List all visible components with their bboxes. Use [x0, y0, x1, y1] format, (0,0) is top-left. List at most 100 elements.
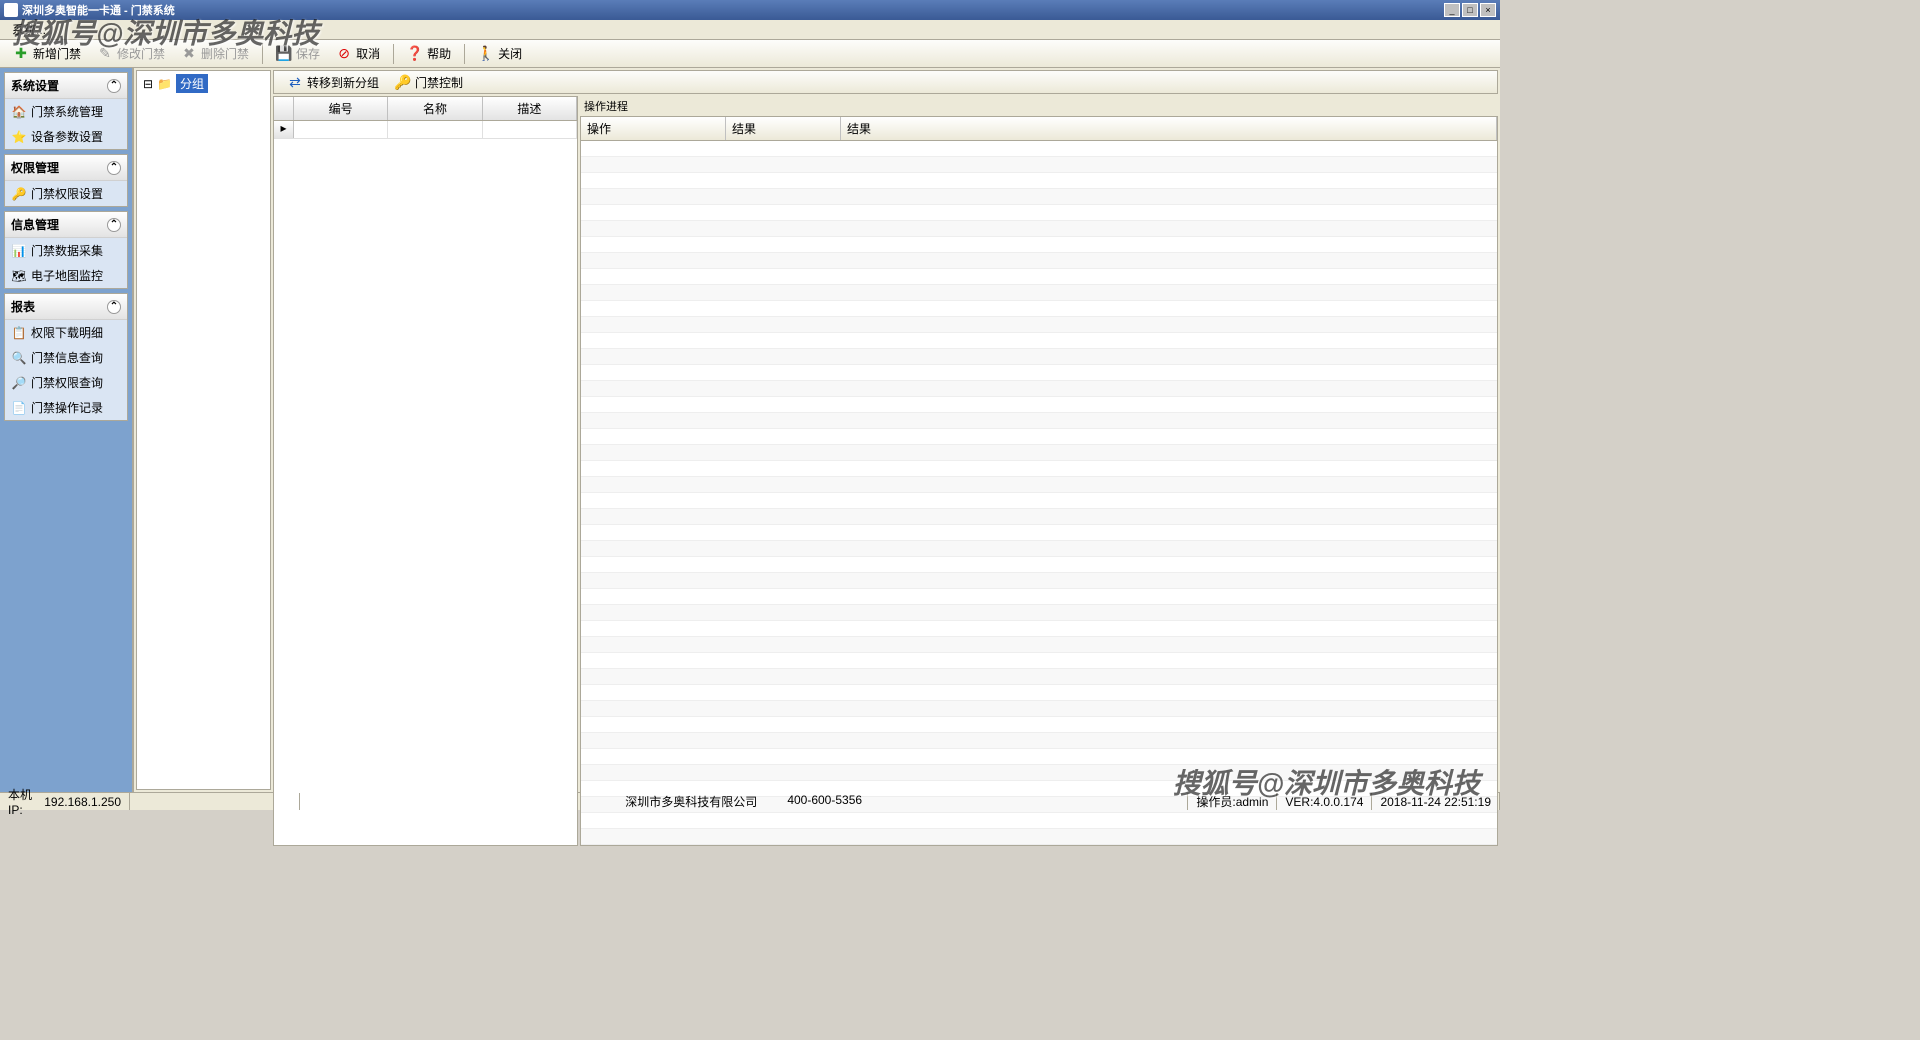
- menu-system[interactable]: 系统...: [4, 19, 54, 40]
- progress-row[interactable]: [581, 637, 1497, 653]
- sidebar-header-permissions[interactable]: 权限管理 ⌃: [5, 155, 127, 181]
- progress-row[interactable]: [581, 573, 1497, 589]
- sidebar-item-perm-query[interactable]: 🔎 门禁权限查询: [5, 370, 127, 395]
- close-button[interactable]: 🚶 关闭: [471, 41, 529, 66]
- progress-row[interactable]: [581, 429, 1497, 445]
- progress-row[interactable]: [581, 525, 1497, 541]
- new-button[interactable]: ✚ 新增门禁: [6, 41, 88, 66]
- progress-row[interactable]: [581, 253, 1497, 269]
- key-icon: 🔑: [11, 186, 27, 202]
- progress-row[interactable]: [581, 669, 1497, 685]
- data-grid[interactable]: 编号 名称 描述 ▸: [273, 96, 578, 846]
- progress-row[interactable]: [581, 493, 1497, 509]
- sidebar-header-system[interactable]: 系统设置 ⌃: [5, 73, 127, 99]
- progress-row[interactable]: [581, 829, 1497, 845]
- progress-row[interactable]: [581, 557, 1497, 573]
- progress-col-op[interactable]: 操作: [581, 117, 726, 140]
- progress-row[interactable]: [581, 445, 1497, 461]
- progress-row[interactable]: [581, 701, 1497, 717]
- progress-row[interactable]: [581, 541, 1497, 557]
- sidebar-header-info[interactable]: 信息管理 ⌃: [5, 212, 127, 238]
- progress-row[interactable]: [581, 333, 1497, 349]
- progress-row[interactable]: [581, 157, 1497, 173]
- progress-row[interactable]: [581, 509, 1497, 525]
- help-button[interactable]: ❓ 帮助: [400, 41, 458, 66]
- transfer-label: 转移到新分组: [307, 74, 379, 91]
- grid-col-desc[interactable]: 描述: [483, 97, 577, 120]
- progress-row[interactable]: [581, 733, 1497, 749]
- toolbar-separator: [262, 44, 263, 64]
- sidebar-item-label: 设备参数设置: [31, 128, 103, 145]
- save-icon: 💾: [276, 46, 292, 62]
- progress-row[interactable]: [581, 621, 1497, 637]
- sidebar-item-data-collect[interactable]: 📊 门禁数据采集: [5, 238, 127, 263]
- sidebar-item-perm-download[interactable]: 📋 权限下载明细: [5, 320, 127, 345]
- sidebar-item-label: 门禁权限查询: [31, 374, 103, 391]
- progress-row[interactable]: [581, 237, 1497, 253]
- tree-root-node[interactable]: ⊟ 📁 分组: [137, 71, 270, 96]
- sidebar-header-reports[interactable]: 报表 ⌃: [5, 294, 127, 320]
- progress-row[interactable]: [581, 381, 1497, 397]
- minimize-button[interactable]: _: [1444, 3, 1460, 17]
- main-toolbar: ✚ 新增门禁 ✎ 修改门禁 ✖ 删除门禁 💾 保存 ⊘ 取消 ❓ 帮助 🚶 关闭: [0, 40, 1500, 68]
- progress-row[interactable]: [581, 813, 1497, 829]
- progress-row[interactable]: [581, 749, 1497, 765]
- progress-row[interactable]: [581, 285, 1497, 301]
- progress-row[interactable]: [581, 589, 1497, 605]
- sidebar-item-device-params[interactable]: ⭐ 设备参数设置: [5, 124, 127, 149]
- save-label: 保存: [296, 45, 320, 62]
- tree-node-label: 分组: [176, 74, 208, 93]
- sidebar-group-system: 系统设置 ⌃ 🏠 门禁系统管理 ⭐ 设备参数设置: [4, 72, 128, 150]
- progress-row[interactable]: [581, 365, 1497, 381]
- progress-grid[interactable]: 操作 结果 结果: [580, 116, 1498, 846]
- progress-row[interactable]: [581, 189, 1497, 205]
- document-icon: 📄: [11, 400, 27, 416]
- progress-row[interactable]: [581, 461, 1497, 477]
- grid-row[interactable]: ▸: [274, 121, 577, 139]
- progress-row[interactable]: [581, 397, 1497, 413]
- app-icon: [4, 3, 18, 17]
- delete-button[interactable]: ✖ 删除门禁: [174, 41, 256, 66]
- grid-cell[interactable]: [483, 121, 577, 138]
- progress-row[interactable]: [581, 317, 1497, 333]
- progress-row[interactable]: [581, 141, 1497, 157]
- progress-row[interactable]: [581, 269, 1497, 285]
- transfer-group-button[interactable]: ⇄ 转移到新分组: [280, 70, 386, 95]
- access-control-button[interactable]: 🔑 门禁控制: [388, 70, 470, 95]
- grid-col-name[interactable]: 名称: [388, 97, 482, 120]
- grid-cell[interactable]: [294, 121, 388, 138]
- edit-button[interactable]: ✎ 修改门禁: [90, 41, 172, 66]
- sidebar: 系统设置 ⌃ 🏠 门禁系统管理 ⭐ 设备参数设置 权限管理 ⌃: [0, 68, 132, 792]
- progress-row[interactable]: [581, 349, 1497, 365]
- grid-cell[interactable]: [388, 121, 482, 138]
- progress-row[interactable]: [581, 477, 1497, 493]
- sidebar-item-permission-set[interactable]: 🔑 门禁权限设置: [5, 181, 127, 206]
- progress-header: 操作 结果 结果: [581, 117, 1497, 141]
- sidebar-item-access-manage[interactable]: 🏠 门禁系统管理: [5, 99, 127, 124]
- delete-label: 删除门禁: [201, 45, 249, 62]
- progress-row[interactable]: [581, 173, 1497, 189]
- progress-row[interactable]: [581, 413, 1497, 429]
- progress-row[interactable]: [581, 605, 1497, 621]
- save-button[interactable]: 💾 保存: [269, 41, 327, 66]
- progress-row[interactable]: [581, 301, 1497, 317]
- help-icon: ❓: [407, 46, 423, 62]
- progress-row[interactable]: [581, 653, 1497, 669]
- progress-row[interactable]: [581, 685, 1497, 701]
- search-icon: 🔎: [11, 375, 27, 391]
- sidebar-item-map-monitor[interactable]: 🗺 电子地图监控: [5, 263, 127, 288]
- progress-row[interactable]: [581, 221, 1497, 237]
- cancel-button[interactable]: ⊘ 取消: [329, 41, 387, 66]
- maximize-button[interactable]: □: [1462, 3, 1478, 17]
- control-label: 门禁控制: [415, 74, 463, 91]
- close-window-button[interactable]: ×: [1480, 3, 1496, 17]
- progress-row[interactable]: [581, 205, 1497, 221]
- grid-col-id[interactable]: 编号: [294, 97, 388, 120]
- sidebar-item-op-log[interactable]: 📄 门禁操作记录: [5, 395, 127, 420]
- map-icon: 🗺: [11, 268, 27, 284]
- progress-col-result2[interactable]: 结果: [841, 117, 1497, 140]
- progress-row[interactable]: [581, 765, 1497, 781]
- progress-col-result1[interactable]: 结果: [726, 117, 841, 140]
- sidebar-item-info-query[interactable]: 🔍 门禁信息查询: [5, 345, 127, 370]
- progress-row[interactable]: [581, 717, 1497, 733]
